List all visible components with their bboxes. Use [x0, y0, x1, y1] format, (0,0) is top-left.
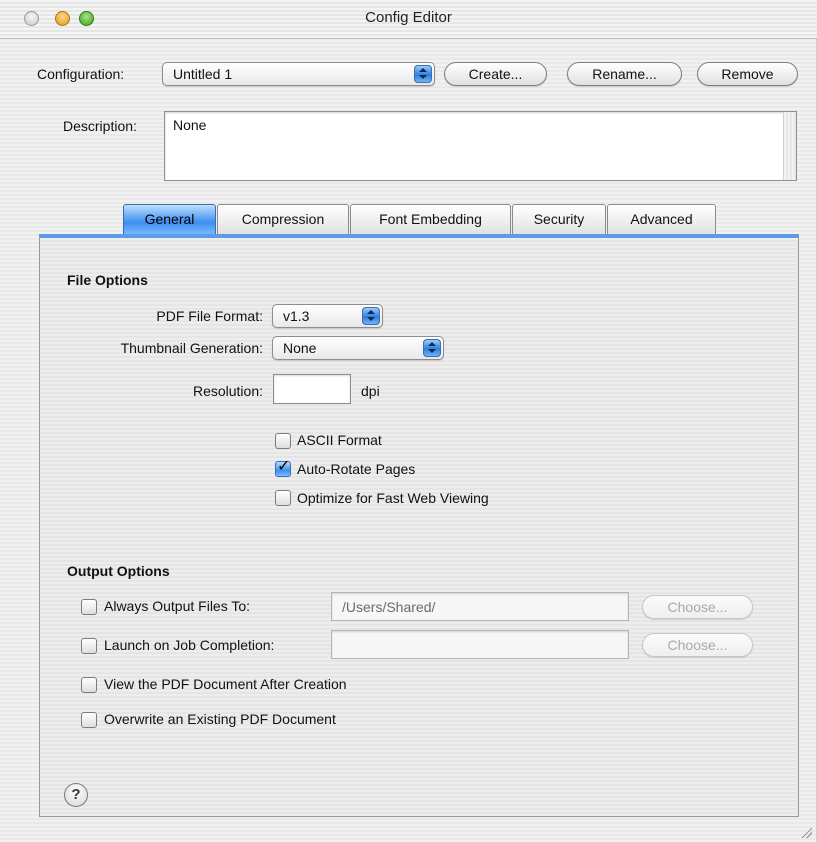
- view-after-creation-checkbox[interactable]: [81, 677, 97, 693]
- overwrite-existing-label[interactable]: Overwrite an Existing PDF Document: [104, 711, 336, 727]
- configuration-selected: Untitled 1: [173, 66, 233, 82]
- title-bar[interactable]: Config Editor: [0, 0, 817, 39]
- description-textarea[interactable]: None: [164, 111, 797, 181]
- ascii-format-label[interactable]: ASCII Format: [297, 432, 382, 448]
- create-button[interactable]: Create...: [444, 62, 547, 86]
- always-output-label[interactable]: Always Output Files To:: [104, 598, 250, 614]
- resolution-label: Resolution:: [192, 383, 263, 399]
- tab-security[interactable]: Security: [512, 204, 606, 234]
- tab-compression[interactable]: Compression: [217, 204, 349, 234]
- optimize-web-checkbox[interactable]: [275, 490, 291, 506]
- popup-arrows-icon: [362, 307, 380, 325]
- tab-general[interactable]: General: [123, 204, 216, 234]
- description-value: None: [173, 117, 207, 133]
- overwrite-existing-checkbox[interactable]: [81, 712, 97, 728]
- popup-arrows-icon: [414, 65, 432, 83]
- auto-rotate-checkbox[interactable]: ✓: [275, 458, 291, 477]
- config-editor-window: Config Editor Configuration: Untitled 1 …: [0, 0, 817, 842]
- window-title: Config Editor: [365, 9, 452, 26]
- always-output-choose-button[interactable]: Choose...: [642, 595, 753, 619]
- description-scrollbar[interactable]: [783, 112, 796, 180]
- checkmark-icon: ✓: [277, 458, 291, 475]
- resolution-input[interactable]: [273, 374, 351, 404]
- output-options-heading: Output Options: [67, 563, 170, 579]
- resize-grip-icon[interactable]: [800, 826, 812, 838]
- rename-button[interactable]: Rename...: [567, 62, 682, 86]
- always-output-checkbox[interactable]: [81, 599, 97, 615]
- pdf-format-selected: v1.3: [283, 308, 310, 324]
- thumbnail-label: Thumbnail Generation:: [120, 340, 263, 356]
- always-output-path: /Users/Shared/: [342, 599, 436, 615]
- pdf-format-popup[interactable]: v1.3: [272, 304, 383, 328]
- file-options-heading: File Options: [67, 272, 148, 288]
- view-after-creation-label[interactable]: View the PDF Document After Creation: [104, 676, 347, 692]
- thumbnail-selected: None: [283, 340, 317, 356]
- auto-rotate-label[interactable]: Auto-Rotate Pages: [297, 461, 415, 477]
- description-label: Description:: [63, 118, 137, 134]
- configuration-label: Configuration:: [37, 66, 125, 82]
- thumbnail-popup[interactable]: None: [272, 336, 444, 360]
- optimize-web-label[interactable]: Optimize for Fast Web Viewing: [297, 490, 489, 506]
- tab-advanced[interactable]: Advanced: [607, 204, 716, 234]
- pdf-format-label: PDF File Format:: [156, 308, 263, 324]
- configuration-popup[interactable]: Untitled 1: [162, 62, 435, 86]
- launch-on-completion-path-field[interactable]: [331, 630, 629, 659]
- ascii-format-checkbox[interactable]: [275, 433, 291, 449]
- remove-button[interactable]: Remove: [697, 62, 798, 86]
- help-icon[interactable]: ?: [64, 783, 88, 807]
- launch-on-completion-label[interactable]: Launch on Job Completion:: [104, 637, 274, 653]
- tab-font-embedding[interactable]: Font Embedding: [350, 204, 511, 234]
- resolution-unit: dpi: [361, 383, 380, 399]
- always-output-path-field[interactable]: /Users/Shared/: [331, 592, 629, 621]
- launch-on-completion-checkbox[interactable]: [81, 638, 97, 654]
- launch-on-completion-choose-button[interactable]: Choose...: [642, 633, 753, 657]
- popup-arrows-icon: [423, 339, 441, 357]
